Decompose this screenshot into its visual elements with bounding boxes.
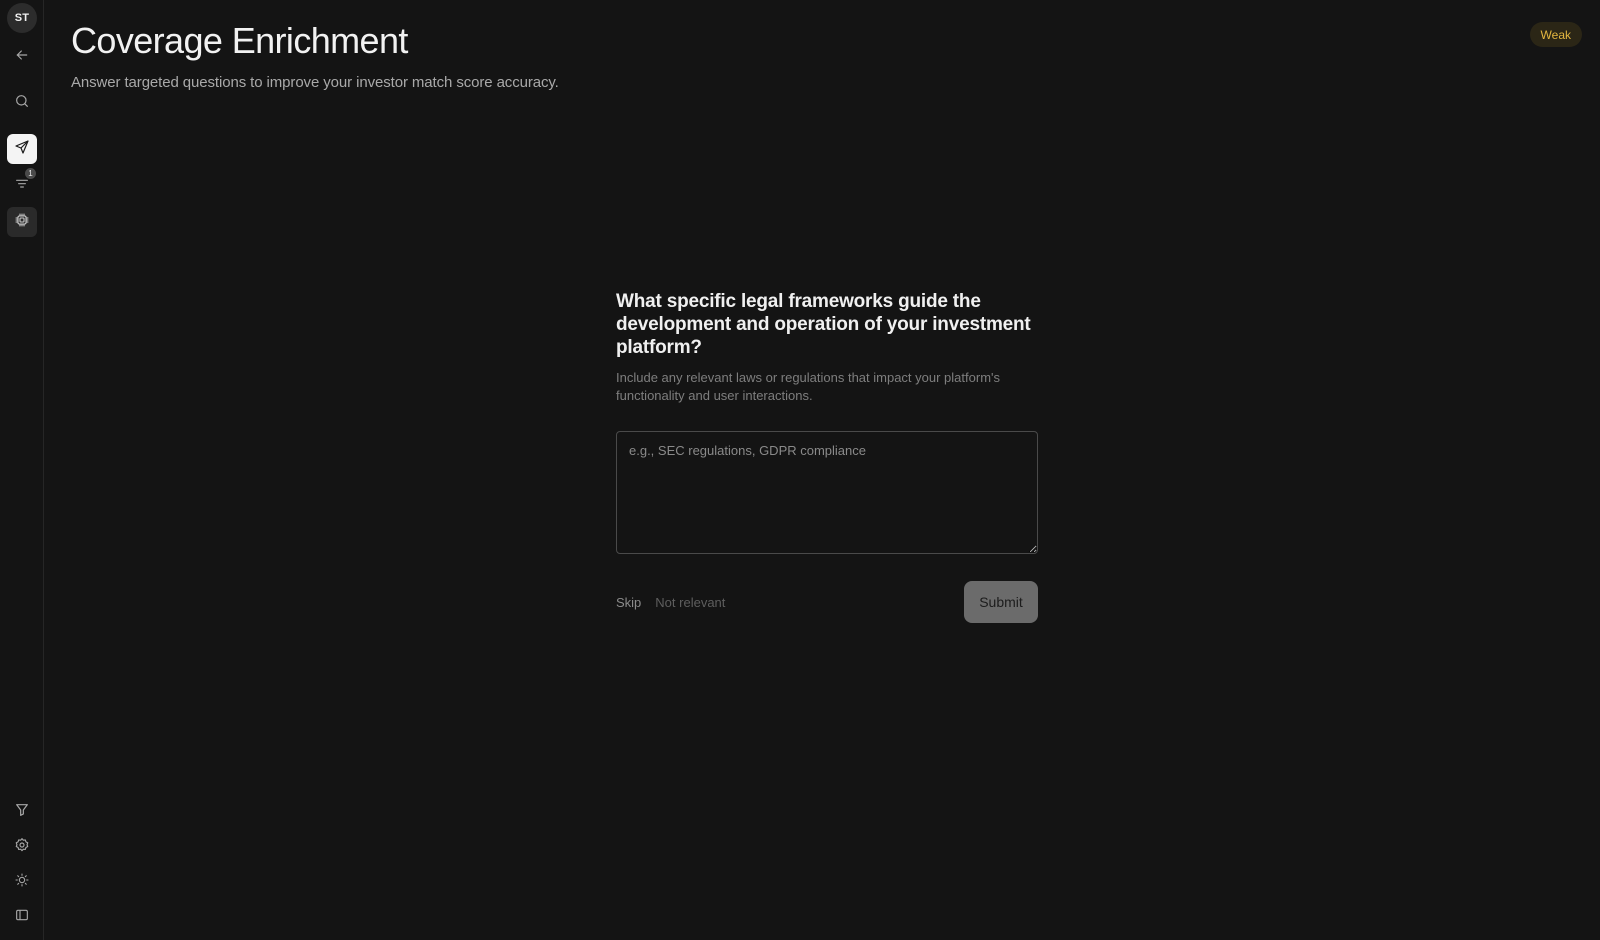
sidebar-item-outreach[interactable]: [7, 134, 37, 164]
queue-count-badge: 1: [24, 167, 37, 180]
gear-icon: [14, 837, 30, 858]
search-button[interactable]: [7, 88, 37, 118]
skip-button[interactable]: Skip: [616, 595, 641, 610]
avatar-initials: ST: [14, 12, 30, 24]
answer-textarea[interactable]: [616, 431, 1038, 554]
arrow-left-icon: [14, 47, 30, 68]
send-icon: [14, 139, 30, 160]
sidebar-item-filters[interactable]: [7, 797, 37, 827]
theme-toggle[interactable]: [7, 867, 37, 897]
sidebar-item-settings[interactable]: [7, 832, 37, 862]
page-subtitle: Answer targeted questions to improve you…: [71, 74, 559, 91]
sidebar: ST 1: [0, 0, 44, 940]
not-relevant-button[interactable]: Not relevant: [655, 595, 725, 610]
question-actions: Skip Not relevant Submit: [616, 581, 1038, 623]
sidebar-toggle-icon: [14, 907, 30, 928]
question-hint: Include any relevant laws or regulations…: [616, 370, 1001, 403]
sidebar-item-queue[interactable]: 1: [7, 167, 37, 200]
filter-icon: [14, 802, 30, 823]
chip-icon: [14, 212, 30, 233]
avatar[interactable]: ST: [7, 3, 37, 33]
sidebar-item-enrichment[interactable]: [7, 207, 37, 237]
page-header: Coverage Enrichment Answer targeted ques…: [71, 20, 559, 91]
sidebar-toggle-button[interactable]: [7, 902, 37, 932]
search-icon: [14, 93, 30, 114]
sun-icon: [14, 872, 30, 893]
question-card: What specific legal frameworks guide the…: [616, 290, 1038, 623]
match-strength-badge: Weak: [1529, 22, 1582, 47]
submit-button[interactable]: Submit: [964, 581, 1038, 623]
question-text: What specific legal frameworks guide the…: [616, 291, 1031, 358]
page-title: Coverage Enrichment: [71, 20, 408, 61]
back-button[interactable]: [7, 42, 37, 72]
